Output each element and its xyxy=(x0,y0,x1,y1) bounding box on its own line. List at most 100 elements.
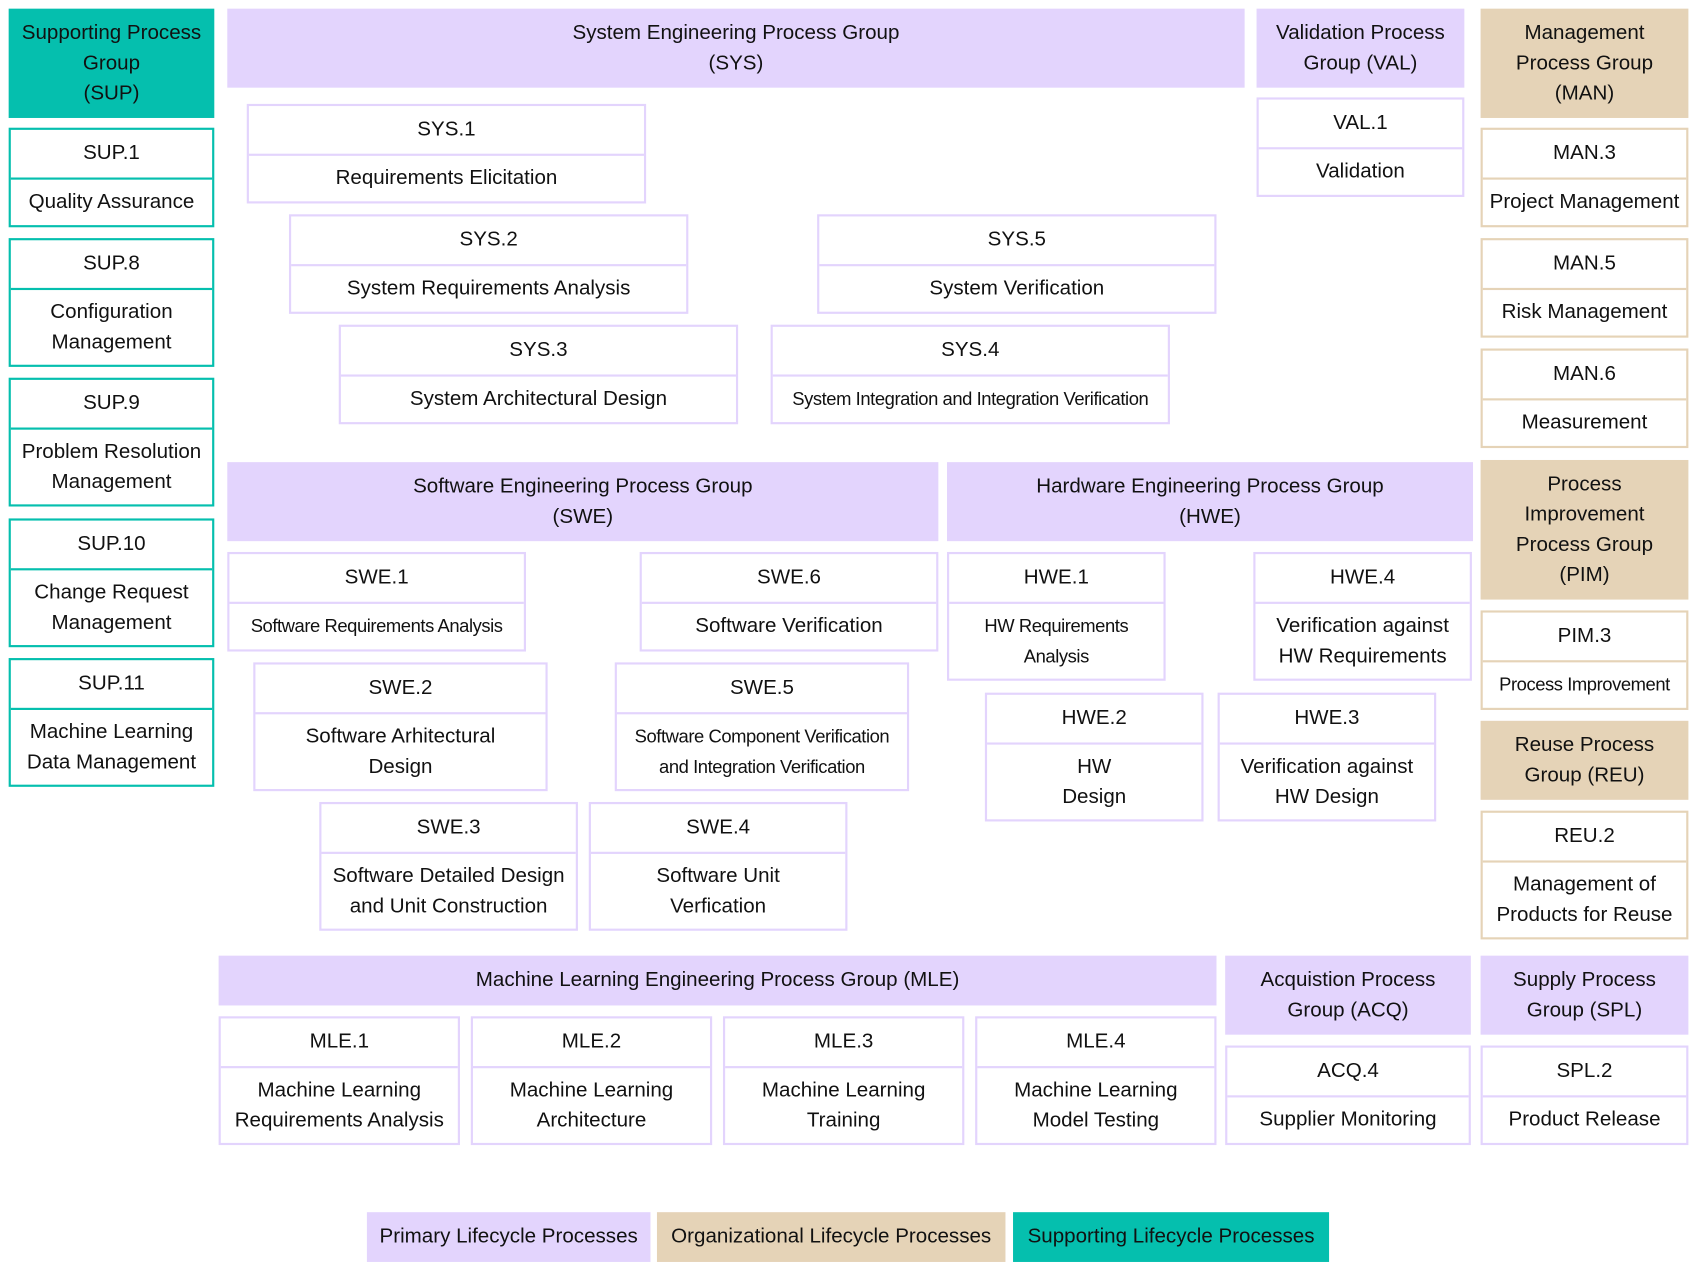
process-id: SWE.6 xyxy=(641,554,937,604)
process-id: SYS.1 xyxy=(248,106,644,156)
process-name: System Architectural Design xyxy=(409,387,668,411)
process-id: HWE.4 xyxy=(1255,554,1470,604)
process-name: Machine Learning Data Management xyxy=(26,720,197,774)
process-name: Project Management xyxy=(1489,190,1680,214)
process-box-swe2: SWE.2 Software Arhitectural Design xyxy=(253,662,548,792)
process-id: SUP.9 xyxy=(10,380,213,430)
process-box-swe5: SWE.5 Software Component Verification and… xyxy=(614,662,910,792)
process-box-swe4: SWE.4 Software Unit Verfication xyxy=(588,801,848,931)
process-name: Software Requirements Analysis xyxy=(250,615,503,637)
process-box-val1: VAL.1 Validation xyxy=(1256,97,1465,197)
process-name: HW Design xyxy=(1062,754,1127,808)
process-box-man6: MAN.6 Measurement xyxy=(1480,348,1689,449)
process-id: PIM.3 xyxy=(1482,613,1687,663)
process-box-sys4: SYS.4 System Integration and Integration … xyxy=(770,324,1170,425)
process-name: System Requirements Analysis xyxy=(346,277,631,300)
process-box-sys5: SYS.5 System Verification xyxy=(817,214,1217,314)
process-box-sup10: SUP.10 Change Request Management xyxy=(8,518,215,648)
process-name: Software Unit Verfication xyxy=(656,864,780,918)
process-name: Verification against HW Design xyxy=(1240,754,1414,808)
legend-primary: Primary Lifecycle Processes xyxy=(366,1212,651,1262)
process-name: Management of Products for Reuse xyxy=(1496,872,1673,926)
process-box-swe6: SWE.6 Software Verification xyxy=(639,551,939,652)
process-name: HW Requirements Analysis xyxy=(984,615,1129,667)
process-box-mle2: MLE.2 Machine Learning Architecture xyxy=(470,1016,713,1146)
process-id: MAN.6 xyxy=(1482,351,1687,401)
process-name: Product Release xyxy=(1508,1108,1661,1132)
process-name: Change Request Management xyxy=(34,580,189,634)
process-id: SWE.3 xyxy=(321,804,576,854)
process-box-sys3: SYS.3 System Architectural Design xyxy=(338,324,739,425)
legend-supporting: Supporting Lifecycle Processes xyxy=(1013,1212,1330,1262)
process-id: MAN.3 xyxy=(1482,130,1687,180)
legend-organizational: Organizational Lifecycle Processes xyxy=(656,1212,1006,1262)
process-id: MLE.3 xyxy=(725,1018,963,1069)
process-id: SYS.4 xyxy=(772,327,1168,377)
process-name: Software Verification xyxy=(695,614,883,638)
process-name: Risk Management xyxy=(1501,300,1668,324)
group-header-val: Validation Process Group (VAL) xyxy=(1256,8,1465,88)
process-name: Machine Learning Model Testing xyxy=(1014,1078,1178,1132)
process-name: Software Detailed Design and Unit Constr… xyxy=(332,864,565,918)
group-header-man: Management Process Group (MAN) xyxy=(1480,8,1689,118)
process-box-man3: MAN.3 Project Management xyxy=(1480,127,1689,228)
process-name: Machine Learning Training xyxy=(761,1078,926,1132)
process-box-sys1: SYS.1 Requirements Elicitation xyxy=(246,103,647,204)
process-name: Measurement xyxy=(1521,411,1648,435)
process-name: Problem Resolution Management xyxy=(21,439,202,493)
process-box-mle4: MLE.4 Machine Learning Model Testing xyxy=(975,1016,1217,1146)
process-name: System Verification xyxy=(929,277,1105,300)
group-header-acq: Acquistion Process Group (ACQ) xyxy=(1225,955,1471,1035)
process-box-sys2: SYS.2 System Requirements Analysis xyxy=(288,214,689,314)
process-box-reu2: REU.2 Management of Products for Reuse xyxy=(1480,810,1689,940)
process-id: SUP.11 xyxy=(10,660,213,710)
process-id: MLE.1 xyxy=(220,1018,458,1069)
process-name: Configuration Management xyxy=(50,300,173,354)
process-name: Verification against HW Requirements xyxy=(1276,614,1449,668)
process-box-spl2: SPL.2 Product Release xyxy=(1480,1045,1689,1146)
process-box-hwe2: HWE.2 HW Design xyxy=(984,692,1204,822)
group-header-swe: Software Engineering Process Group (SWE) xyxy=(227,462,939,542)
process-id: SWE.5 xyxy=(616,665,907,715)
process-reference-model: Supporting Process Group (SUP) System Eng… xyxy=(0,0,1697,1263)
process-id: SYS.3 xyxy=(340,327,736,377)
process-id: SUP.1 xyxy=(10,130,213,180)
process-box-pim3: PIM.3 Process Improvement xyxy=(1480,610,1689,710)
process-name: Machine Learning Requirements Analysis xyxy=(234,1078,444,1132)
process-id: SPL.2 xyxy=(1482,1048,1687,1098)
group-header-sys: System Engineering Process Group (SYS) xyxy=(227,8,1245,88)
process-box-acq4: ACQ.4 Supplier Monitoring xyxy=(1225,1045,1471,1146)
process-name: Machine Learning Architecture xyxy=(509,1078,674,1132)
process-id: SYS.5 xyxy=(819,216,1215,267)
process-box-mle3: MLE.3 Machine Learning Training xyxy=(722,1016,965,1146)
process-id: MLE.4 xyxy=(977,1018,1215,1069)
group-header-pim: Process Improvement Process Group (PIM) xyxy=(1480,459,1689,600)
process-name: Process Improvement xyxy=(1499,674,1670,695)
process-box-sup8: SUP.8 Configuration Management xyxy=(8,238,215,367)
process-id: SUP.8 xyxy=(10,240,213,291)
process-box-hwe1: HWE.1 HW Requirements Analysis xyxy=(947,551,1166,681)
process-id: MLE.2 xyxy=(472,1018,710,1069)
process-box-sup9: SUP.9 Problem Resolution Management xyxy=(8,377,215,507)
process-id: HWE.1 xyxy=(949,554,1164,604)
process-box-hwe3: HWE.3 Verification against HW Design xyxy=(1217,692,1437,822)
process-name: Software Arhitectural Design xyxy=(305,724,496,778)
process-box-sup1: SUP.1 Quality Assurance xyxy=(8,127,215,228)
process-name: System Integration and Integration Verif… xyxy=(792,388,1149,410)
process-id: HWE.3 xyxy=(1219,695,1435,745)
process-box-swe3: SWE.3 Software Detailed Design and Unit C… xyxy=(319,801,578,931)
process-id: SWE.2 xyxy=(255,665,546,715)
group-header-sup: Supporting Process Group (SUP) xyxy=(8,8,215,118)
process-id: MAN.5 xyxy=(1482,240,1687,291)
process-id: SYS.2 xyxy=(291,216,687,267)
process-id: ACQ.4 xyxy=(1227,1048,1469,1098)
process-box-man5: MAN.5 Risk Management xyxy=(1480,238,1689,338)
process-id: SWE.4 xyxy=(590,804,846,854)
process-box-swe1: SWE.1 Software Requirements Analysis xyxy=(227,551,526,652)
process-id: VAL.1 xyxy=(1258,100,1463,150)
process-box-mle1: MLE.1 Machine Learning Requirements Analy… xyxy=(218,1016,460,1146)
process-id: REU.2 xyxy=(1482,813,1687,863)
process-name: Software Component Verification and Inte… xyxy=(634,725,890,777)
process-id: SUP.10 xyxy=(10,521,213,571)
process-box-hwe4: HWE.4 Verification against HW Requirement… xyxy=(1253,551,1472,681)
